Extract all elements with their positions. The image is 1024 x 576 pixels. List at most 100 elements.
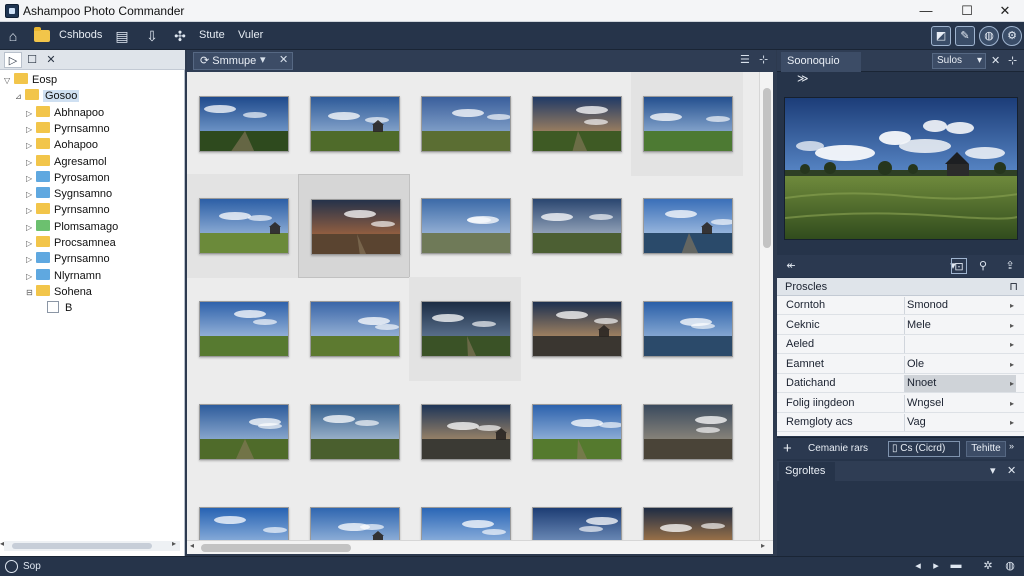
thumbnail-image[interactable] [199, 96, 289, 152]
tree-item[interactable]: ▷ Sygnsamno [26, 186, 112, 202]
document-icon[interactable]: ▤ [113, 27, 131, 45]
property-value-dropdown[interactable]: Wngsel ▸ [904, 394, 1016, 412]
properties-footer-button[interactable]: Tehitte [966, 441, 1006, 457]
folder-panel-tab-view[interactable]: ☐ [23, 52, 41, 68]
thumbnail-image[interactable] [421, 96, 511, 152]
thumbnail-cell[interactable] [187, 380, 299, 484]
maximize-button[interactable]: ☐ [950, 0, 984, 22]
thumbnail-image[interactable] [421, 404, 511, 460]
thumbnail-image[interactable] [643, 404, 733, 460]
tab-browser[interactable]: ⟳ Smmupe [193, 52, 293, 70]
thumbnail-cell[interactable] [409, 72, 521, 176]
thumbnail-cell[interactable] [187, 174, 299, 278]
thumbnail-image[interactable] [310, 96, 400, 152]
thumbnail-image[interactable] [199, 198, 289, 254]
thumbnail-cell[interactable] [409, 483, 521, 540]
thumbnail-cell[interactable] [631, 72, 743, 176]
thumbnail-image[interactable] [199, 404, 289, 460]
add-property-button[interactable]: + [783, 440, 792, 458]
scroll-left-icon[interactable]: ◂ [190, 541, 194, 550]
folder-panel-tab-expand[interactable]: ▷ [4, 52, 22, 68]
thumbnail-image[interactable] [310, 301, 400, 357]
layout-toggle-icon[interactable]: ◩ [931, 26, 951, 46]
thumbnail-cell[interactable] [631, 380, 743, 484]
property-value-dropdown[interactable]: Ole ▸ [904, 355, 1016, 373]
thumbnail-image[interactable] [532, 301, 622, 357]
chevron-down-icon[interactable]: ▾ [990, 464, 996, 477]
property-value-dropdown[interactable]: Smonod ▸ [904, 297, 1016, 314]
toolbar-item-3[interactable]: Stute [199, 29, 225, 41]
scroll-right-icon[interactable]: ▸ [172, 539, 176, 548]
thumbnail-cell[interactable] [298, 483, 410, 540]
expand-arrow-icon[interactable]: ▷ [26, 155, 36, 171]
expand-arrow-icon[interactable]: ▷ [26, 203, 36, 219]
thumbnail-image[interactable] [643, 507, 733, 540]
back-icon[interactable]: ◂ [910, 559, 926, 572]
expand-arrow-icon[interactable]: ⊟ [26, 285, 36, 301]
properties-pin-icon[interactable]: ⊓ [1009, 278, 1018, 296]
expand-arrow-icon[interactable]: ▷ [26, 138, 36, 154]
toolbar-item-4[interactable]: Vuler [238, 29, 263, 41]
tab-scripts[interactable]: Sgroltes [779, 462, 835, 481]
settings-icon[interactable]: ⚙ [1002, 26, 1022, 46]
scripts-close-icon[interactable]: ✕ [1007, 464, 1016, 477]
scrollbar-thumb[interactable] [201, 544, 351, 552]
expand-arrow-icon[interactable]: ▷ [26, 236, 36, 252]
toolbar-item-0[interactable]: Cshbods [59, 29, 102, 41]
puzzle-icon[interactable]: ✣ [171, 27, 189, 45]
expand-arrow-icon[interactable]: ▷ [26, 106, 36, 122]
property-value-dropdown[interactable]: Mele ▸ [904, 316, 1016, 334]
property-value-dropdown[interactable]: ▸ [904, 336, 1016, 353]
thumbnail-image[interactable] [643, 96, 733, 152]
zoom-icon[interactable]: ⚲ [975, 258, 991, 274]
property-value-dropdown[interactable]: Vag ▸ [904, 414, 1016, 431]
thumbnail-cell[interactable] [520, 72, 632, 176]
thumbnail-image[interactable] [532, 404, 622, 460]
thumbnail-cell[interactable] [631, 174, 743, 278]
share-icon[interactable]: ⇪ [1002, 258, 1018, 274]
tree-item[interactable]: ▷ Aohapoo [26, 137, 98, 153]
back-arrow-icon[interactable]: ↞ [783, 258, 799, 274]
preview-mode-dropdown[interactable]: Sulos ▾ [932, 53, 986, 69]
thumbnail-image[interactable] [199, 507, 289, 540]
double-chevron-icon[interactable]: ≫ [797, 73, 809, 85]
preview-close-icon[interactable]: ✕ [991, 54, 1000, 67]
thumbnail-image[interactable] [532, 96, 622, 152]
expand-arrow-icon[interactable]: ▷ [26, 122, 36, 138]
thumbnail-vertical-scrollbar[interactable] [759, 72, 773, 540]
thumbnail-image[interactable] [310, 507, 400, 540]
close-button[interactable]: ✕ [988, 0, 1022, 22]
thumbnail-cell[interactable] [298, 174, 410, 278]
forward-icon[interactable]: ▸ [928, 559, 944, 572]
expand-arrow-icon[interactable]: ▷ [26, 171, 36, 187]
thumbnail-cell[interactable] [520, 380, 632, 484]
tree-item[interactable]: ▷ Abhnapoo [26, 105, 104, 121]
thumbnail-cell[interactable] [520, 277, 632, 381]
import-icon[interactable]: ⇩ [143, 27, 161, 45]
expand-arrow-icon[interactable]: ▷ [26, 252, 36, 268]
tab-close-icon[interactable]: ✕ [279, 53, 288, 66]
thumbnail-horizontal-scrollbar[interactable]: ◂ ▸ [187, 540, 773, 554]
thumbnail-image[interactable] [310, 404, 400, 460]
expand-arrow-icon[interactable]: ▷ [26, 269, 36, 285]
tree-item[interactable]: ▷ Agresamol [26, 154, 107, 170]
thumbnail-image[interactable] [311, 199, 401, 255]
expand-arrow-icon[interactable]: ▽ [4, 73, 14, 89]
thumbnail-image[interactable] [532, 507, 622, 540]
home-icon[interactable]: ⌂ [4, 27, 22, 45]
tab-preview[interactable]: Soonoquio ≫ [781, 52, 861, 85]
thumbnail-cell[interactable] [631, 483, 743, 540]
tree-item[interactable]: ▷ Nlyrnamn [26, 268, 101, 284]
thumbnail-image[interactable] [421, 301, 511, 357]
folder-icon[interactable]: ▬ [948, 559, 964, 571]
folder-panel-close[interactable]: ✕ [42, 52, 60, 68]
tree-item[interactable]: ⊿ Gosoo [15, 88, 80, 104]
scrollbar-thumb[interactable] [12, 543, 152, 549]
tree-item[interactable]: ▷ Pyrosamon [26, 170, 110, 186]
fit-view-icon[interactable]: ⊡ [951, 258, 967, 274]
tree-item[interactable]: ▷ Pyrnsamno [26, 251, 110, 267]
tree-item[interactable]: ▷ Pyrnsamno [26, 121, 110, 137]
tree-item[interactable]: ▽ Eosp [4, 72, 57, 88]
thumbnail-cell[interactable] [409, 174, 521, 278]
tree-item[interactable]: ⊟ Sohena [26, 284, 92, 300]
